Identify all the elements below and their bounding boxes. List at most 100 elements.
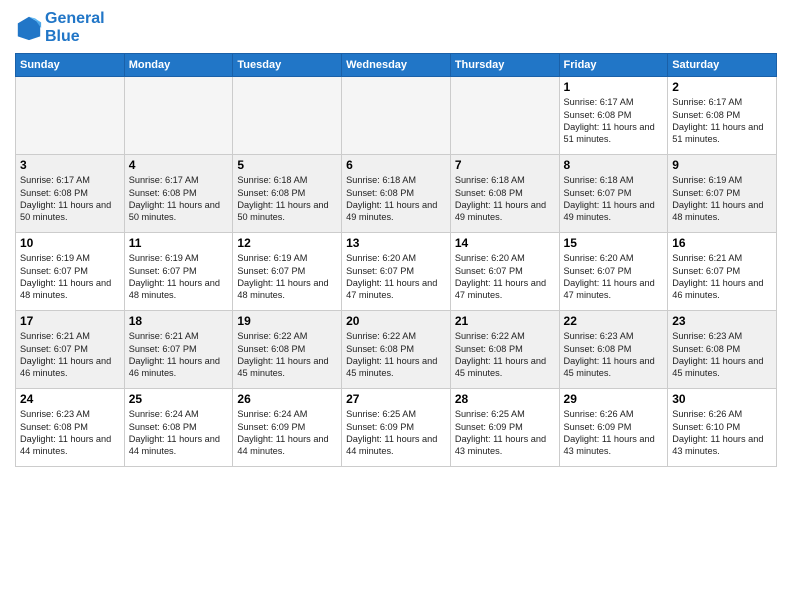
calendar-day-cell: 29Sunrise: 6:26 AM Sunset: 6:09 PM Dayli… <box>559 389 668 467</box>
calendar-day-cell: 6 Sunrise: 6:18 AM Sunset: 6:08 PM Daylig… <box>342 155 451 233</box>
day-info: Sunrise: 6:23 AM Sunset: 6:08 PM Dayligh… <box>20 408 120 458</box>
day-number: 7 <box>455 158 555 172</box>
calendar-week-row: 10 Sunrise: 6:19 AM Sunset: 6:07 PM Dayli… <box>16 233 777 311</box>
calendar-day-cell: 7 Sunrise: 6:18 AM Sunset: 6:08 PM Daylig… <box>450 155 559 233</box>
calendar-day-cell: 4 Sunrise: 6:17 AM Sunset: 6:08 PM Daylig… <box>124 155 233 233</box>
day-info: Sunrise: 6:18 AM Sunset: 6:07 PM Dayligh… <box>564 174 664 224</box>
calendar-day-cell: 26 Sunrise: 6:24 AM Sunset: 6:09 PM Dayli… <box>233 389 342 467</box>
day-info: Sunrise: 6:19 AM Sunset: 6:07 PM Dayligh… <box>129 252 229 302</box>
day-number: 25 <box>129 392 229 406</box>
day-info: Sunrise: 6:22 AM Sunset: 6:08 PM Dayligh… <box>346 330 446 380</box>
calendar-day-cell: 20 Sunrise: 6:22 AM Sunset: 6:08 PM Dayli… <box>342 311 451 389</box>
day-info: Sunrise: 6:20 AM Sunset: 6:07 PM Dayligh… <box>564 252 664 302</box>
calendar-day-cell: 3Sunrise: 6:17 AM Sunset: 6:08 PM Daylig… <box>16 155 125 233</box>
logo-icon <box>15 14 43 42</box>
calendar-day-cell: 16 Sunrise: 6:21 AM Sunset: 6:07 PM Dayli… <box>668 233 777 311</box>
header: General Blue <box>15 10 777 45</box>
day-info: Sunrise: 6:20 AM Sunset: 6:07 PM Dayligh… <box>455 252 555 302</box>
day-number: 4 <box>129 158 229 172</box>
calendar-day-cell: 10 Sunrise: 6:19 AM Sunset: 6:07 PM Dayli… <box>16 233 125 311</box>
day-info: Sunrise: 6:24 AM Sunset: 6:08 PM Dayligh… <box>129 408 229 458</box>
calendar-day-cell: 14 Sunrise: 6:20 AM Sunset: 6:07 PM Dayli… <box>450 233 559 311</box>
calendar-header-row: SundayMondayTuesdayWednesdayThursdayFrid… <box>16 54 777 77</box>
calendar-day-cell: 2Sunrise: 6:17 AM Sunset: 6:08 PM Daylig… <box>668 77 777 155</box>
calendar-day-cell: 24 Sunrise: 6:23 AM Sunset: 6:08 PM Dayli… <box>16 389 125 467</box>
day-number: 23 <box>672 314 772 328</box>
day-number: 17 <box>20 314 120 328</box>
day-info: Sunrise: 6:18 AM Sunset: 6:08 PM Dayligh… <box>237 174 337 224</box>
day-info: Sunrise: 6:25 AM Sunset: 6:09 PM Dayligh… <box>455 408 555 458</box>
day-info: Sunrise: 6:21 AM Sunset: 6:07 PM Dayligh… <box>672 252 772 302</box>
day-info: Sunrise: 6:26 AM Sunset: 6:09 PM Dayligh… <box>564 408 664 458</box>
calendar-week-row: 1 Sunrise: 6:17 AM Sunset: 6:08 PM Daylig… <box>16 77 777 155</box>
day-number: 16 <box>672 236 772 250</box>
day-number: 6 <box>346 158 446 172</box>
calendar-day-cell: 5 Sunrise: 6:18 AM Sunset: 6:08 PM Daylig… <box>233 155 342 233</box>
day-info: Sunrise: 6:20 AM Sunset: 6:07 PM Dayligh… <box>346 252 446 302</box>
day-info: Sunrise: 6:26 AM Sunset: 6:10 PM Dayligh… <box>672 408 772 458</box>
calendar-day-cell: 8Sunrise: 6:18 AM Sunset: 6:07 PM Daylig… <box>559 155 668 233</box>
day-info: Sunrise: 6:19 AM Sunset: 6:07 PM Dayligh… <box>672 174 772 224</box>
weekday-header: Sunday <box>16 54 125 77</box>
calendar-day-cell: 15 Sunrise: 6:20 AM Sunset: 6:07 PM Dayli… <box>559 233 668 311</box>
calendar-week-row: 24 Sunrise: 6:23 AM Sunset: 6:08 PM Dayli… <box>16 389 777 467</box>
calendar-day-cell: 17 Sunrise: 6:21 AM Sunset: 6:07 PM Dayli… <box>16 311 125 389</box>
day-info: Sunrise: 6:25 AM Sunset: 6:09 PM Dayligh… <box>346 408 446 458</box>
day-info: Sunrise: 6:17 AM Sunset: 6:08 PM Dayligh… <box>20 174 120 224</box>
day-number: 30 <box>672 392 772 406</box>
calendar-day-cell: 1 Sunrise: 6:17 AM Sunset: 6:08 PM Daylig… <box>559 77 668 155</box>
calendar-day-cell: 27 Sunrise: 6:25 AM Sunset: 6:09 PM Dayli… <box>342 389 451 467</box>
calendar-day-cell: 19 Sunrise: 6:22 AM Sunset: 6:08 PM Dayli… <box>233 311 342 389</box>
calendar-week-row: 17 Sunrise: 6:21 AM Sunset: 6:07 PM Dayli… <box>16 311 777 389</box>
calendar-day-cell: 30 Sunrise: 6:26 AM Sunset: 6:10 PM Dayli… <box>668 389 777 467</box>
day-number: 12 <box>237 236 337 250</box>
calendar-table: SundayMondayTuesdayWednesdayThursdayFrid… <box>15 53 777 467</box>
calendar-day-cell <box>124 77 233 155</box>
day-number: 18 <box>129 314 229 328</box>
day-number: 10 <box>20 236 120 250</box>
day-info: Sunrise: 6:18 AM Sunset: 6:08 PM Dayligh… <box>455 174 555 224</box>
day-info: Sunrise: 6:22 AM Sunset: 6:08 PM Dayligh… <box>455 330 555 380</box>
day-info: Sunrise: 6:22 AM Sunset: 6:08 PM Dayligh… <box>237 330 337 380</box>
day-info: Sunrise: 6:19 AM Sunset: 6:07 PM Dayligh… <box>20 252 120 302</box>
day-number: 1 <box>564 80 664 94</box>
day-number: 15 <box>564 236 664 250</box>
calendar-day-cell <box>233 77 342 155</box>
day-info: Sunrise: 6:17 AM Sunset: 6:08 PM Dayligh… <box>672 96 772 146</box>
day-number: 21 <box>455 314 555 328</box>
weekday-header: Monday <box>124 54 233 77</box>
calendar-day-cell: 11 Sunrise: 6:19 AM Sunset: 6:07 PM Dayli… <box>124 233 233 311</box>
day-info: Sunrise: 6:21 AM Sunset: 6:07 PM Dayligh… <box>20 330 120 380</box>
day-number: 24 <box>20 392 120 406</box>
day-number: 28 <box>455 392 555 406</box>
calendar-day-cell: 13 Sunrise: 6:20 AM Sunset: 6:07 PM Dayli… <box>342 233 451 311</box>
day-info: Sunrise: 6:17 AM Sunset: 6:08 PM Dayligh… <box>129 174 229 224</box>
day-number: 9 <box>672 158 772 172</box>
day-info: Sunrise: 6:21 AM Sunset: 6:07 PM Dayligh… <box>129 330 229 380</box>
day-info: Sunrise: 6:17 AM Sunset: 6:08 PM Dayligh… <box>564 96 664 146</box>
day-number: 22 <box>564 314 664 328</box>
weekday-header: Wednesday <box>342 54 451 77</box>
calendar-day-cell: 18 Sunrise: 6:21 AM Sunset: 6:07 PM Dayli… <box>124 311 233 389</box>
calendar-day-cell: 9 Sunrise: 6:19 AM Sunset: 6:07 PM Daylig… <box>668 155 777 233</box>
calendar-day-cell <box>450 77 559 155</box>
day-info: Sunrise: 6:18 AM Sunset: 6:08 PM Dayligh… <box>346 174 446 224</box>
day-number: 27 <box>346 392 446 406</box>
page-container: General Blue SundayMondayTuesdayWednesda… <box>0 0 792 477</box>
day-number: 5 <box>237 158 337 172</box>
day-number: 19 <box>237 314 337 328</box>
day-number: 26 <box>237 392 337 406</box>
weekday-header: Friday <box>559 54 668 77</box>
day-info: Sunrise: 6:24 AM Sunset: 6:09 PM Dayligh… <box>237 408 337 458</box>
calendar-day-cell: 22 Sunrise: 6:23 AM Sunset: 6:08 PM Dayli… <box>559 311 668 389</box>
day-number: 20 <box>346 314 446 328</box>
weekday-header: Tuesday <box>233 54 342 77</box>
calendar-day-cell: 12Sunrise: 6:19 AM Sunset: 6:07 PM Dayli… <box>233 233 342 311</box>
calendar-day-cell <box>342 77 451 155</box>
day-number: 13 <box>346 236 446 250</box>
day-info: Sunrise: 6:23 AM Sunset: 6:08 PM Dayligh… <box>564 330 664 380</box>
day-number: 11 <box>129 236 229 250</box>
day-number: 14 <box>455 236 555 250</box>
logo: General Blue <box>15 10 105 45</box>
weekday-header: Thursday <box>450 54 559 77</box>
